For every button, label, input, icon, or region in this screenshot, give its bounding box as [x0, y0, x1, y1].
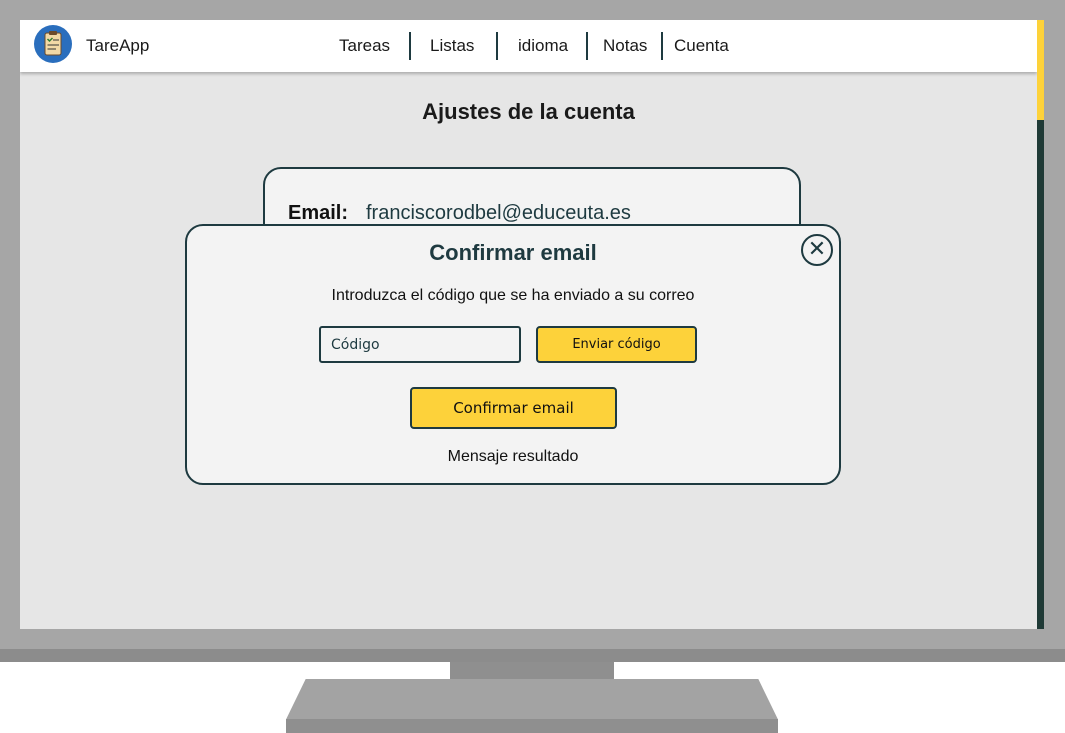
- modal-instructions: Introduzca el código que se ha enviado a…: [331, 287, 695, 304]
- nav-cuenta[interactable]: Cuenta: [674, 36, 729, 56]
- confirm-email-modal: Confirmar email ✕ Introduzca el código q…: [185, 224, 841, 485]
- scrollbar-thumb[interactable]: [1037, 20, 1044, 120]
- code-input[interactable]: [319, 326, 521, 363]
- modal-title: Confirmar email: [429, 240, 597, 265]
- nav-notas[interactable]: Notas: [603, 36, 647, 56]
- clipboard-checklist-icon[interactable]: [34, 25, 72, 63]
- nav-listas[interactable]: Listas: [430, 36, 474, 56]
- app-name: TareApp: [86, 36, 150, 55]
- scrollbar[interactable]: [1037, 20, 1044, 629]
- nav-separator: [409, 32, 411, 60]
- send-code-button[interactable]: Enviar código: [536, 326, 697, 363]
- nav-separator: [496, 32, 498, 60]
- nav-separator: [586, 32, 588, 60]
- app-screen: TareApp Tareas Listas idioma Notas Cuent…: [20, 20, 1037, 629]
- close-icon[interactable]: ✕: [801, 234, 833, 266]
- email-label: Email:: [288, 202, 349, 224]
- monitor-bezel: [0, 649, 1065, 662]
- top-navbar: TareApp Tareas Listas idioma Notas Cuent…: [20, 20, 1037, 72]
- monitor-base-shadow: [286, 719, 778, 733]
- result-message: Mensaje resultado: [447, 448, 579, 465]
- confirm-email-button[interactable]: Confirmar email: [410, 387, 617, 429]
- page-title: Ajustes de la cuenta: [422, 99, 635, 124]
- nav-separator: [661, 32, 663, 60]
- email-value: franciscorodbel@educeuta.es: [366, 202, 631, 224]
- nav-tareas[interactable]: Tareas: [339, 36, 390, 56]
- nav-idioma[interactable]: idioma: [518, 36, 568, 56]
